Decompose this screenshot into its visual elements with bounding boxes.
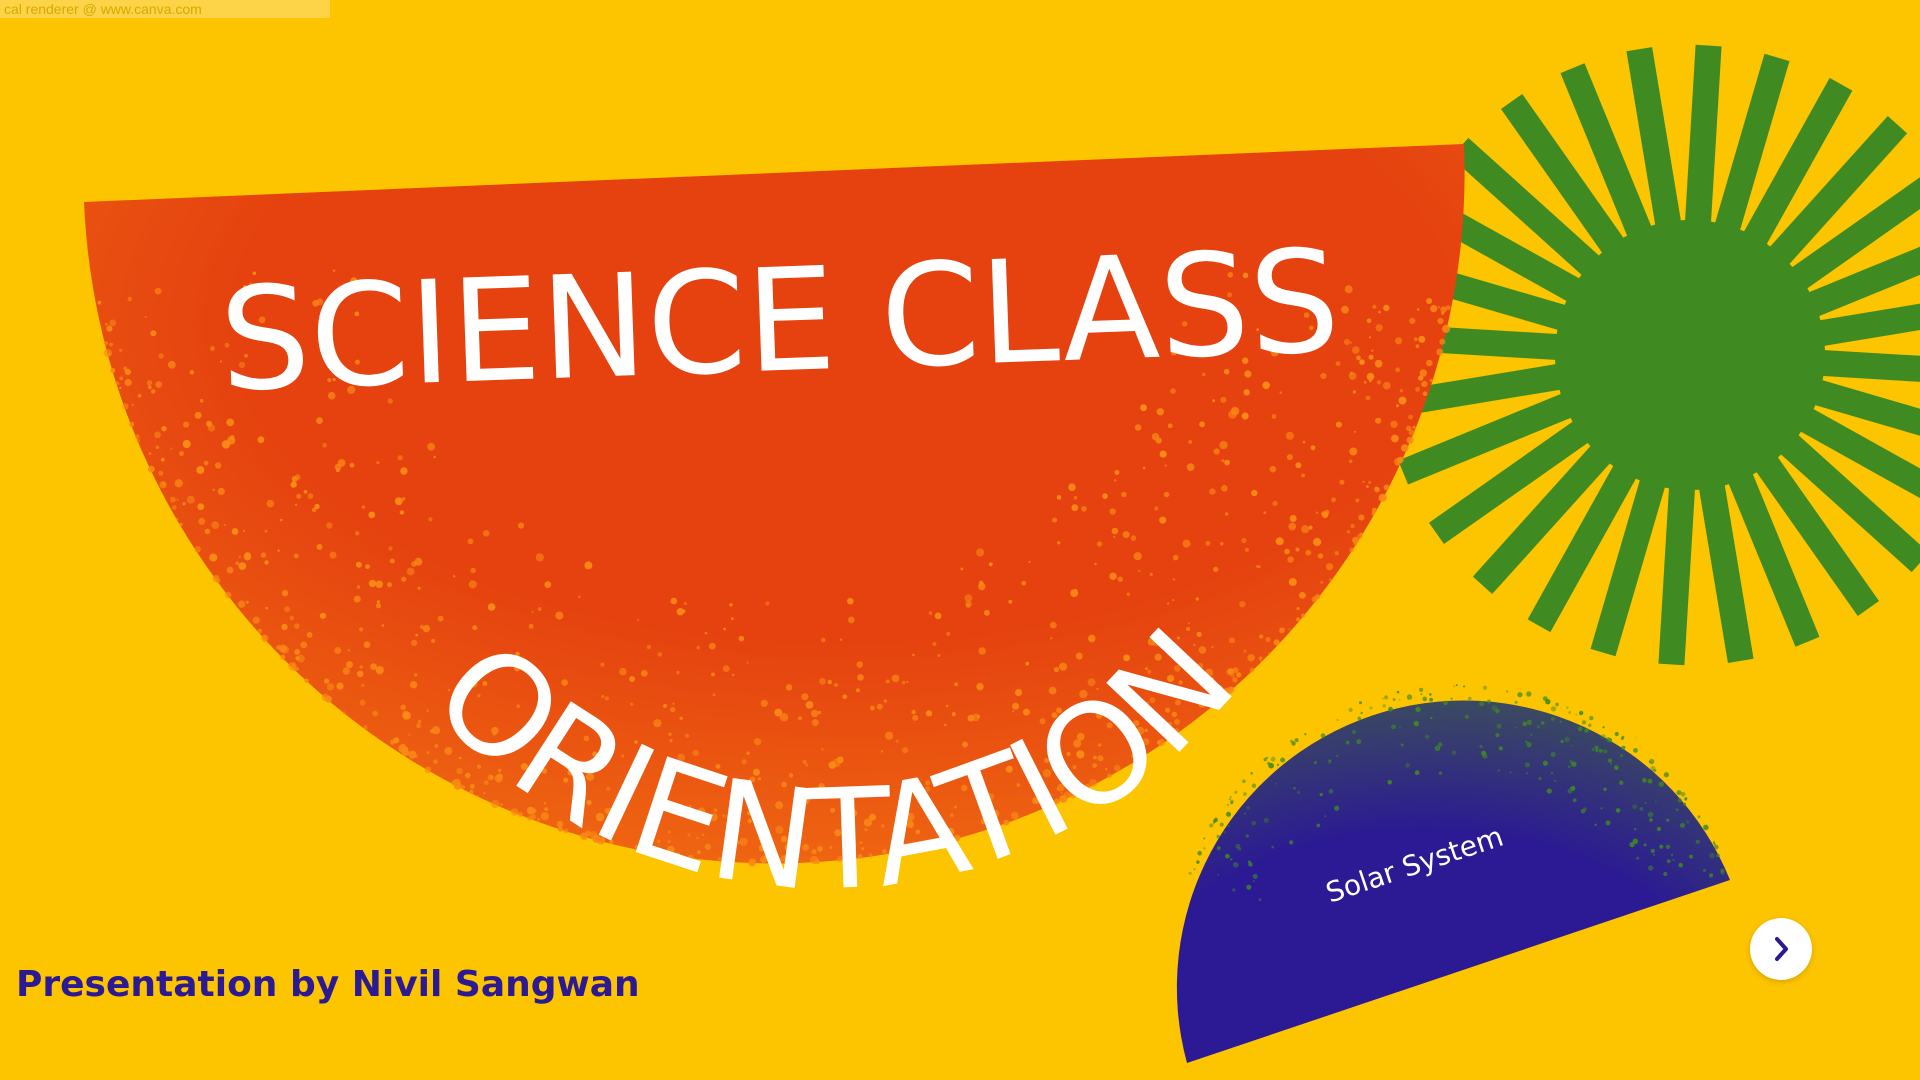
next-slide-button[interactable] <box>1750 918 1812 980</box>
slide-canvas: SCIENCE CLASS ORIENTATION Solar System c… <box>0 0 1920 1080</box>
sunburst-core <box>1555 220 1825 490</box>
slide-artwork: SCIENCE CLASS ORIENTATION Solar System <box>0 0 1920 1080</box>
chevron-right-icon <box>1775 937 1788 961</box>
sunburst-ray <box>1658 474 1696 666</box>
presenter-byline: Presentation by Nivil Sangwan <box>16 964 640 1005</box>
sunburst-ray <box>1684 44 1722 236</box>
sunburst-ray <box>1809 349 1920 382</box>
renderer-watermark: cal renderer @ www.canva.com <box>0 0 330 18</box>
